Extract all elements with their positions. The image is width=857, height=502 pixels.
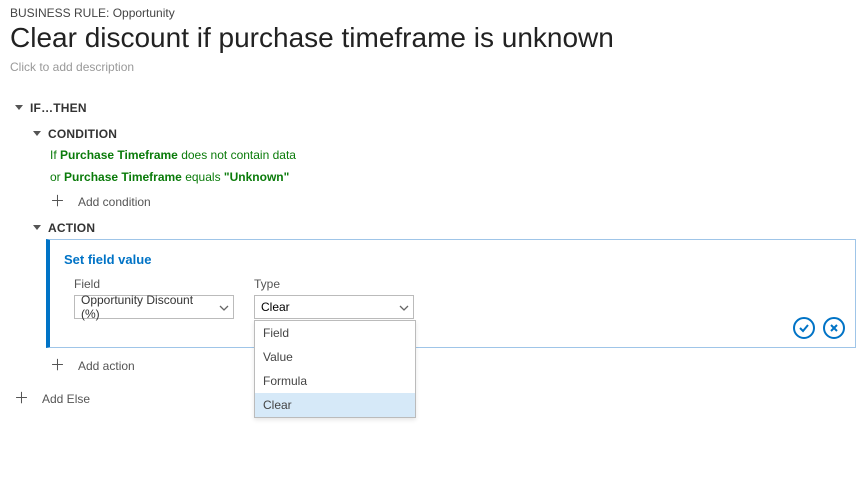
confirm-button[interactable]	[793, 317, 815, 339]
condition-line-2[interactable]: or Purchase Timeframe equals "Unknown"	[50, 166, 847, 188]
add-else-label: Add Else	[42, 392, 90, 406]
type-dropdown: Field Value Formula Clear	[254, 320, 416, 418]
add-condition-button[interactable]: ＋ Add condition	[50, 188, 847, 215]
chevron-down-icon	[219, 302, 229, 312]
type-combo[interactable]: Field Value Formula Clear	[254, 295, 414, 319]
condition-line-1[interactable]: If Purchase Timeframe does not contain d…	[50, 144, 847, 166]
field-combo-value: Opportunity Discount (%)	[81, 293, 215, 321]
ifthen-header[interactable]: IF…THEN	[14, 98, 847, 118]
condition-header[interactable]: CONDITION	[32, 124, 847, 144]
chevron-down-icon[interactable]	[32, 129, 42, 139]
add-action-button[interactable]: ＋ Add action	[50, 352, 847, 379]
action-label: ACTION	[48, 221, 95, 235]
page-title: Clear discount if purchase timeframe is …	[10, 22, 847, 54]
ifthen-label: IF…THEN	[30, 101, 87, 115]
breadcrumb: BUSINESS RULE: Opportunity	[10, 6, 847, 20]
type-label: Type	[254, 277, 414, 291]
type-combo-input[interactable]	[261, 300, 395, 314]
add-action-label: Add action	[78, 359, 135, 373]
description-placeholder[interactable]: Click to add description	[10, 60, 847, 74]
plus-icon: ＋	[50, 358, 64, 373]
chevron-down-icon	[399, 302, 409, 312]
chevron-down-icon[interactable]	[32, 223, 42, 233]
condition-label: CONDITION	[48, 127, 117, 141]
action-panel-title: Set field value	[64, 252, 841, 267]
plus-icon: ＋	[14, 391, 28, 406]
type-option-clear[interactable]: Clear	[255, 393, 415, 417]
action-header[interactable]: ACTION	[32, 221, 847, 235]
add-condition-label: Add condition	[78, 195, 151, 209]
type-option-value[interactable]: Value	[255, 345, 415, 369]
field-label: Field	[74, 277, 234, 291]
add-else-button[interactable]: ＋ Add Else	[14, 385, 847, 412]
type-option-formula[interactable]: Formula	[255, 369, 415, 393]
chevron-down-icon[interactable]	[14, 103, 24, 113]
action-panel: Set field value Field Opportunity Discou…	[46, 239, 856, 348]
type-option-field[interactable]: Field	[255, 321, 415, 345]
field-combo[interactable]: Opportunity Discount (%)	[74, 295, 234, 319]
cancel-button[interactable]	[823, 317, 845, 339]
rule-tree: IF…THEN CONDITION If Purchase Timeframe …	[10, 98, 847, 412]
plus-icon: ＋	[50, 194, 64, 209]
